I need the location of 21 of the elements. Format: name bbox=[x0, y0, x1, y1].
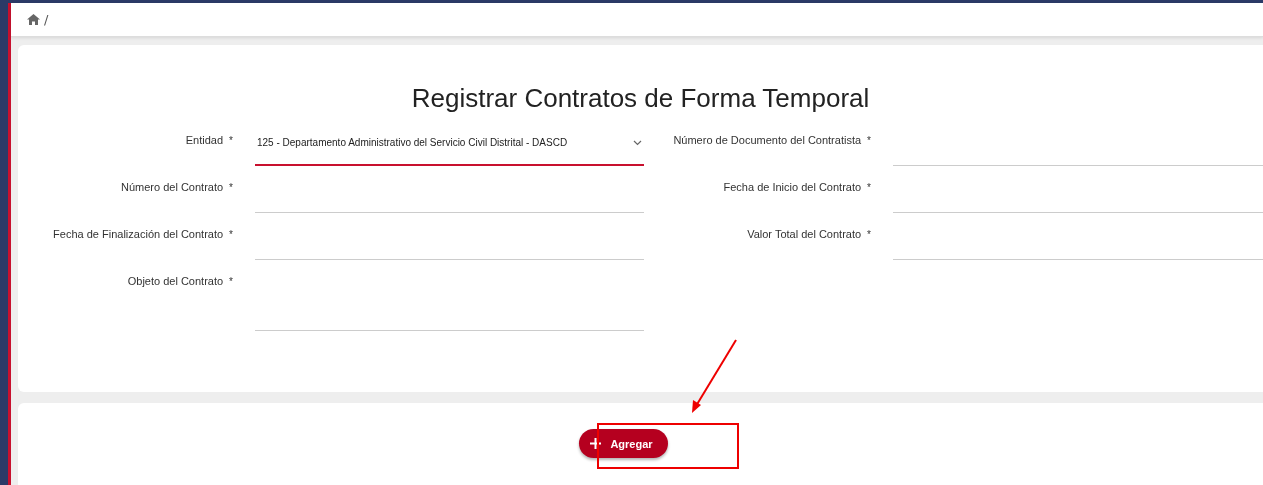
required-mark: * bbox=[229, 181, 233, 195]
field-label: Valor Total del Contrato bbox=[747, 228, 862, 242]
home-icon[interactable] bbox=[27, 14, 40, 25]
required-mark: * bbox=[867, 134, 871, 148]
plus-icon bbox=[590, 438, 602, 449]
required-mark: * bbox=[867, 228, 871, 242]
select-field[interactable]: 125 - Departamento Administrativo del Servicio Civil Distrital - DASCD bbox=[255, 132, 644, 166]
chevron-down-icon bbox=[633, 140, 642, 146]
field-label: Entidad bbox=[185, 134, 224, 148]
required-mark: * bbox=[229, 275, 233, 289]
required-mark: * bbox=[229, 134, 233, 148]
field-label: Fecha de Inicio del Contrato bbox=[723, 181, 862, 195]
breadcrumb-separator: / bbox=[44, 12, 49, 27]
add-button[interactable]: Agregar bbox=[579, 429, 668, 458]
field-label: Número del Contrato bbox=[121, 181, 224, 195]
field-label: Número de Documento del Contratista bbox=[673, 134, 862, 148]
required-mark: * bbox=[867, 181, 871, 195]
field-label: Fecha de Finalización del Contrato bbox=[53, 228, 224, 242]
required-mark: * bbox=[229, 228, 233, 242]
form-title: Registrar Contratos de Forma Temporal bbox=[410, 83, 871, 114]
field-label: Objeto del Contrato bbox=[127, 275, 224, 289]
